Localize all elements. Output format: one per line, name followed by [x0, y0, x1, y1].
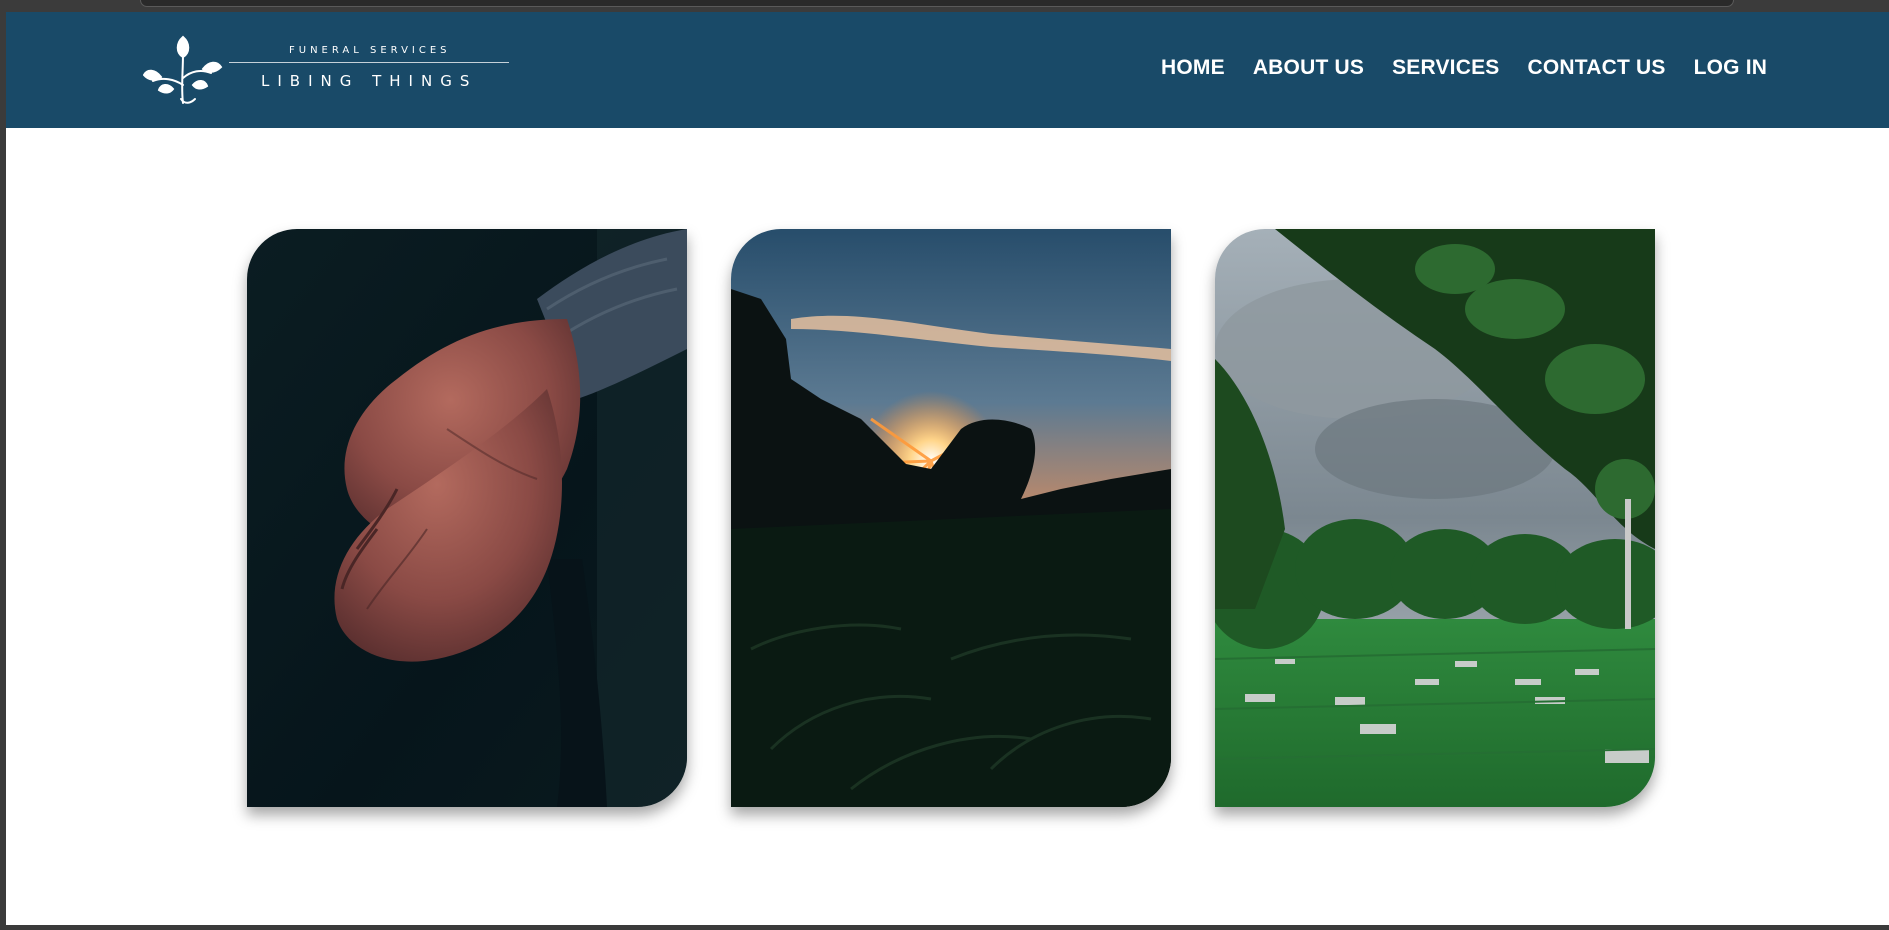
logo-tagline: FUNERAL SERVICES — [289, 45, 451, 56]
nav-log-in[interactable]: LOG IN — [1694, 56, 1768, 80]
gallery-image-memorial-park — [1215, 229, 1655, 807]
logo-name: LIBING THINGS — [261, 72, 478, 90]
nav-contact-us[interactable]: CONTACT US — [1528, 56, 1666, 80]
sunset-photo — [731, 229, 1171, 807]
gallery-image-hands — [247, 229, 687, 807]
site-logo[interactable]: FUNERAL SERVICES LIBING THINGS — [143, 33, 513, 105]
nav-home[interactable]: HOME — [1161, 56, 1225, 80]
gallery-image-sunset — [731, 229, 1171, 807]
hands-photo — [247, 229, 687, 807]
page-frame: FUNERAL SERVICES LIBING THINGS HOME ABOU… — [6, 12, 1889, 925]
logo-divider — [229, 62, 509, 63]
navbar: FUNERAL SERVICES LIBING THINGS HOME ABOU… — [6, 12, 1889, 128]
leaf-sprig-icon — [143, 35, 223, 104]
main-nav: HOME ABOUT US SERVICES CONTACT US LOG IN — [1161, 56, 1767, 80]
memorial-park-photo — [1215, 229, 1655, 807]
browser-top-strip — [140, 0, 1734, 7]
nav-services[interactable]: SERVICES — [1392, 56, 1499, 80]
nav-about-us[interactable]: ABOUT US — [1253, 56, 1364, 80]
